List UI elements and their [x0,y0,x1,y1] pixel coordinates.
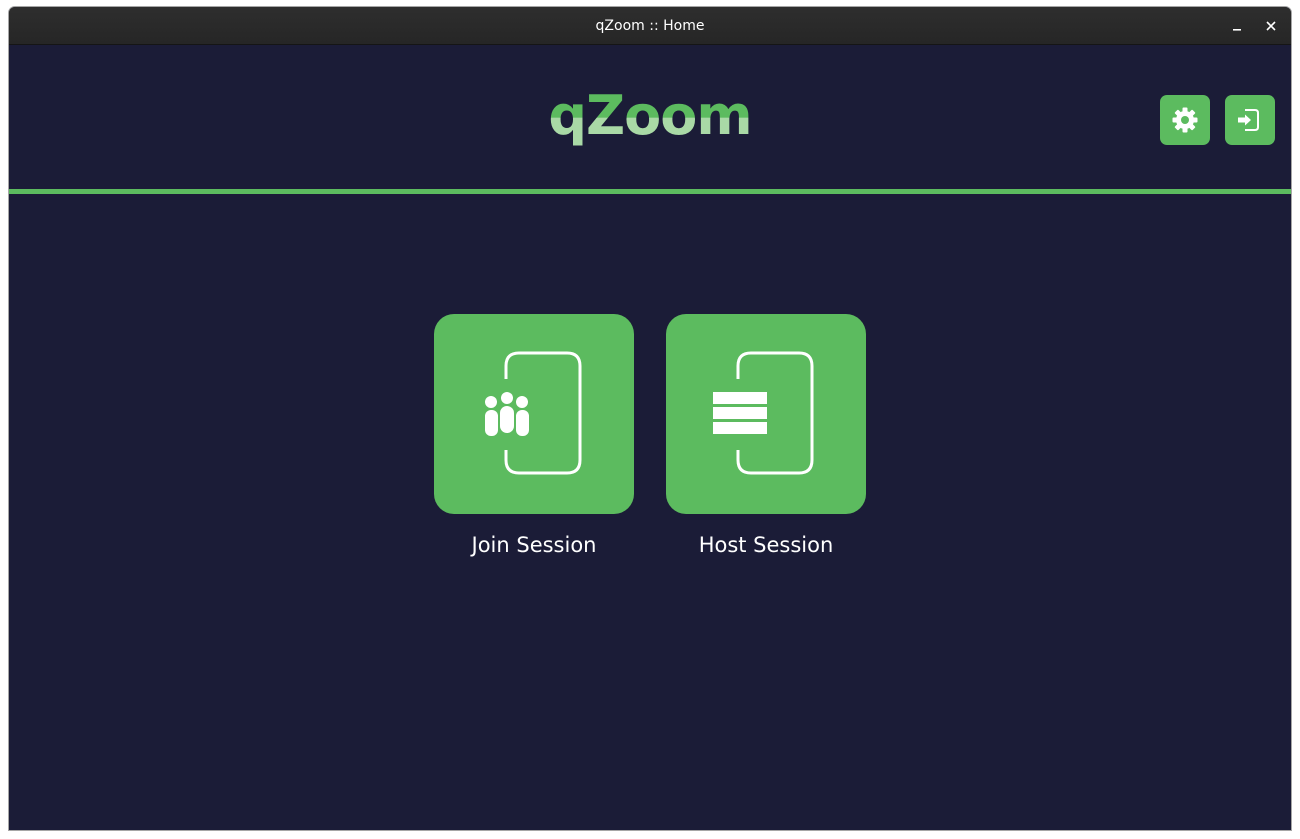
host-session-label: Host Session [698,533,834,557]
join-session-action[interactable]: Join Session [434,314,634,558]
close-icon [1260,15,1282,37]
logout-button[interactable] [1225,95,1275,145]
close-button[interactable] [1260,15,1282,37]
window-title: qZoom :: Home [595,18,705,34]
host-session-action[interactable]: Host Session [666,314,866,558]
minimize-button[interactable] [1226,15,1248,37]
join-session-button[interactable] [434,314,634,514]
join-session-label: Join Session [471,533,597,557]
title-bar[interactable]: qZoom :: Home [9,7,1291,45]
app-window: qZoom :: Home qZoom Join Session Host Se… [9,7,1291,830]
minimize-icon [1226,15,1248,37]
host-session-button[interactable] [666,314,866,514]
settings-button[interactable] [1160,95,1210,145]
header-divider [9,189,1291,194]
app-logo: qZoom [9,83,1291,149]
